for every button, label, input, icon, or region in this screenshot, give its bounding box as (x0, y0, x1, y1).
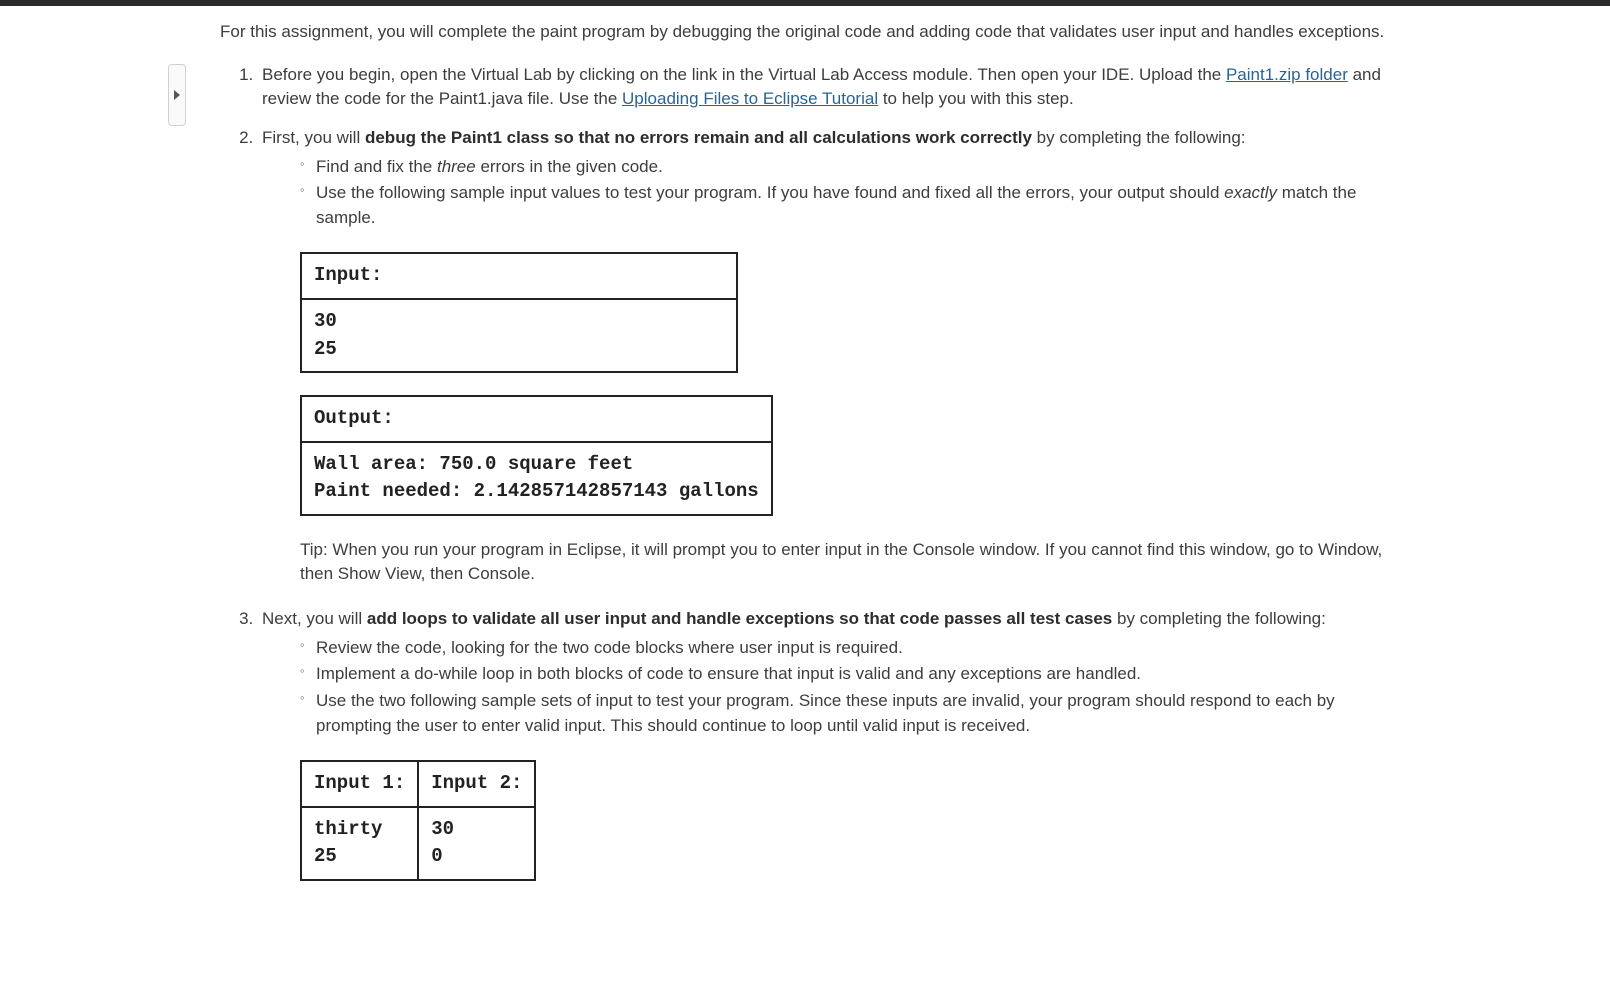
item3-lead-post: by completing the following: (1112, 609, 1326, 628)
input-table: Input: 30 25 (300, 252, 738, 373)
input-header: Input: (301, 253, 737, 299)
chevron-right-icon (173, 83, 181, 108)
input-pair-table: Input 1: Input 2: thirty 25 30 0 (300, 760, 536, 881)
item2-b-em: exactly (1224, 183, 1277, 202)
output-table: Output: Wall area: 750.0 square feet Pai… (300, 395, 773, 516)
item3-bullet-c: Use the two following sample sets of inp… (300, 689, 1390, 738)
item2-bullet-a: Find and fix the three errors in the giv… (300, 155, 1390, 180)
uploading-tutorial-link[interactable]: Uploading Files to Eclipse Tutorial (622, 89, 878, 108)
tip-paragraph: Tip: When you run your program in Eclips… (300, 538, 1390, 587)
input2-header: Input 2: (418, 761, 535, 807)
item3-sub-list: Review the code, looking for the two cod… (262, 636, 1390, 739)
list-item-1: Before you begin, open the Virtual Lab b… (258, 63, 1390, 112)
output-body: Wall area: 750.0 square feet Paint neede… (301, 442, 772, 515)
input2-body: 30 0 (418, 807, 535, 880)
input-body: 30 25 (301, 299, 737, 372)
item2-b-pre: Use the following sample input values to… (316, 183, 1224, 202)
item1-text-pre: Before you begin, open the Virtual Lab b… (262, 65, 1226, 84)
item2-a-pre: Find and fix the (316, 157, 437, 176)
item2-a-post: errors in the given code. (476, 157, 663, 176)
output-header: Output: (301, 396, 772, 442)
item3-bullet-b: Implement a do-while loop in both blocks… (300, 662, 1390, 687)
item2-lead-bold: debug the Paint1 class so that no errors… (365, 128, 1032, 147)
item2-sub-list: Find and fix the three errors in the giv… (262, 155, 1390, 231)
item2-lead-pre: First, you will (262, 128, 365, 147)
list-item-3: Next, you will add loops to validate all… (258, 607, 1390, 881)
item3-bullet-a: Review the code, looking for the two cod… (300, 636, 1390, 661)
item3-lead-pre: Next, you will (262, 609, 367, 628)
sidebar-expand-button[interactable] (168, 64, 186, 126)
paint1-zip-link[interactable]: Paint1.zip folder (1226, 65, 1348, 84)
page-content: For this assignment, you will complete t… (200, 6, 1410, 943)
item1-text-post: to help you with this step. (878, 89, 1074, 108)
item3-lead-bold: add loops to validate all user input and… (367, 609, 1112, 628)
item2-a-em: three (437, 157, 476, 176)
item2-bullet-b: Use the following sample input values to… (300, 181, 1390, 230)
input1-body: thirty 25 (301, 807, 418, 880)
input1-header: Input 1: (301, 761, 418, 807)
main-ordered-list: Before you begin, open the Virtual Lab b… (220, 63, 1390, 881)
list-item-2: First, you will debug the Paint1 class s… (258, 126, 1390, 587)
item2-lead-post: by completing the following: (1032, 128, 1246, 147)
intro-paragraph: For this assignment, you will complete t… (220, 20, 1390, 45)
